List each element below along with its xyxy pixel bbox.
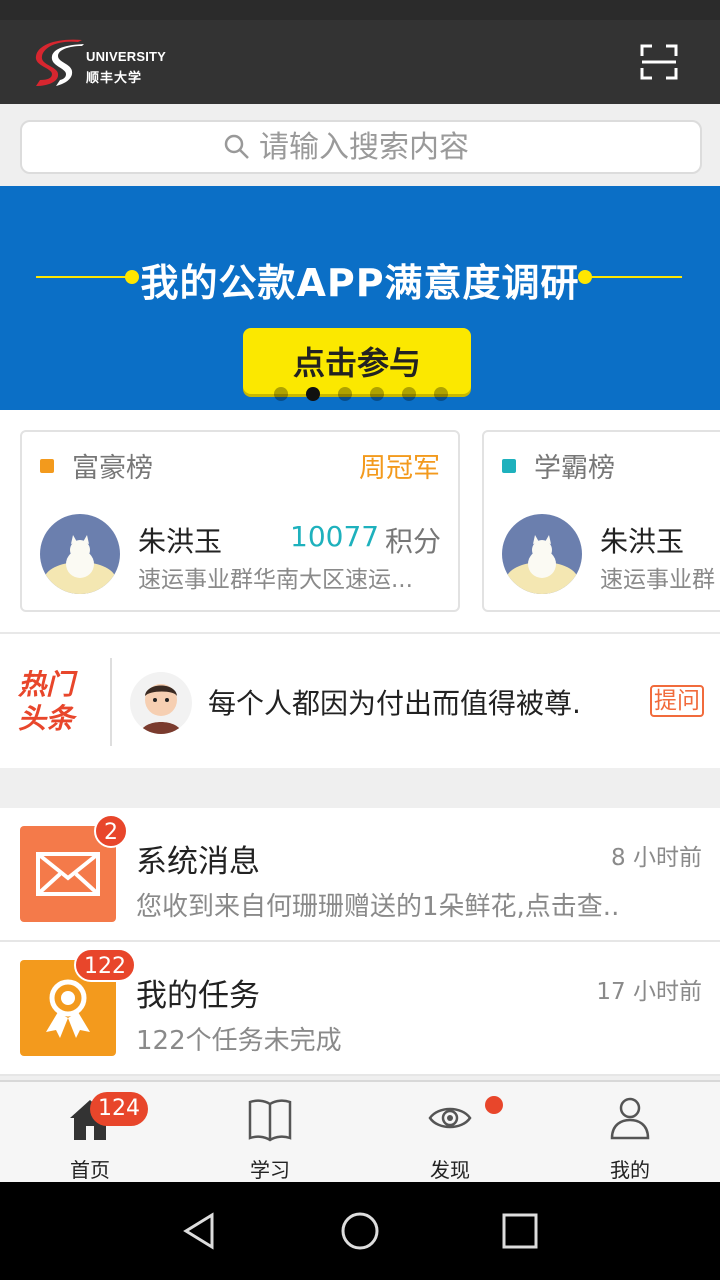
rank-title: 学霸榜 [534, 453, 615, 484]
tab-study[interactable]: 学习 [180, 1082, 360, 1182]
search-input[interactable] [259, 129, 499, 165]
search-box[interactable] [20, 120, 702, 174]
unread-badge: 2 [94, 814, 128, 848]
person-icon [610, 1097, 650, 1140]
banner-join-button[interactable]: 点击参与 [243, 328, 471, 394]
rank-marker [502, 458, 516, 473]
tab-profile[interactable]: 我的 [540, 1082, 720, 1182]
hot-headlines[interactable]: 热门 头条 每个人都因为付出而值得被尊. 提问 [0, 632, 720, 768]
section-gap [0, 768, 720, 808]
cat-avatar-icon [502, 514, 582, 594]
rank-department: 速运事业群 [600, 567, 715, 593]
tab-label: 发现 [430, 1158, 470, 1182]
hot-logo-line1: 热门 [18, 668, 75, 701]
tab-label: 我的 [610, 1158, 650, 1182]
home-nav-icon[interactable] [340, 1211, 380, 1251]
university-logo: UNIVERSITY 顺丰大学 [30, 36, 170, 92]
recents-icon[interactable] [500, 1211, 540, 1251]
task-badge: 122 [74, 948, 136, 982]
status-bar [0, 0, 720, 20]
message-title: 系统消息 [136, 844, 260, 880]
list-item-system-message[interactable]: 2 系统消息 8 小时前 您收到来自何珊珊赠送的1朵鲜花,点击查.. [0, 808, 720, 942]
logo-text-cn: 顺丰大学 [86, 71, 143, 86]
book-icon [248, 1099, 292, 1142]
discover-notification-dot [485, 1096, 503, 1114]
carousel-dot[interactable] [306, 387, 320, 401]
home-badge: 124 [90, 1092, 148, 1126]
message-time: 8 小时前 [611, 845, 702, 871]
headline-text[interactable]: 每个人都因为付出而值得被尊. [208, 682, 581, 722]
system-nav-bar [0, 1182, 720, 1280]
rank-user-name: 朱洪玉 [600, 525, 685, 558]
scan-button[interactable] [640, 44, 678, 80]
rank-title: 富豪榜 [72, 453, 153, 484]
tab-label: 首页 [70, 1158, 110, 1182]
back-icon[interactable] [180, 1211, 220, 1251]
cat-avatar-icon [40, 514, 120, 594]
sf-logo-icon [35, 39, 84, 86]
rank-header: 学霸榜 [502, 446, 615, 485]
tab-label: 学习 [250, 1158, 290, 1182]
rank-department: 速运事业群华南大区速运... [138, 567, 413, 593]
search-section [0, 104, 720, 186]
message-preview: 您收到来自何珊珊赠送的1朵鲜花,点击查.. [136, 892, 620, 922]
carousel-dot[interactable] [274, 387, 288, 401]
carousel-dot[interactable] [402, 387, 416, 401]
message-time: 17 小时前 [596, 979, 702, 1005]
list-item-my-tasks[interactable]: 122 我的任务 17 小时前 122个任务未完成 [0, 942, 720, 1076]
carousel-dot[interactable] [338, 387, 352, 401]
search-icon [224, 134, 249, 159]
logo-text-en: UNIVERSITY [86, 49, 167, 64]
rank-score: 10077 [290, 520, 380, 553]
rank-card-rich[interactable]: 富豪榜 周冠军 朱洪玉 10077 积分 速运事业群华南大区速运... [20, 430, 460, 612]
child-avatar-icon [130, 672, 192, 734]
rank-score-unit: 积分 [385, 525, 442, 558]
app-header: UNIVERSITY 顺丰大学 [0, 20, 720, 104]
eye-icon [428, 1107, 472, 1129]
message-preview: 122个任务未完成 [136, 1026, 342, 1056]
rank-header: 富豪榜 [40, 446, 153, 485]
bottom-tab-bar: 124 首页 学习 发现 我的 [0, 1080, 720, 1182]
carousel-indicator[interactable] [274, 387, 448, 401]
scan-icon [640, 44, 678, 80]
rank-card-study[interactable]: 学霸榜 朱洪玉 速运事业群 [482, 430, 720, 612]
promo-banner[interactable]: 我的公款APP满意度调研 点击参与 [0, 186, 720, 410]
tab-home[interactable]: 124 首页 [0, 1082, 180, 1182]
ask-button[interactable]: 提问 [650, 685, 704, 717]
carousel-dot[interactable] [370, 387, 384, 401]
message-title: 我的任务 [136, 978, 260, 1014]
hot-headlines-logo: 热门 头条 [18, 668, 96, 738]
tab-discover[interactable]: 发现 [360, 1082, 540, 1182]
avatar [40, 514, 120, 594]
carousel-dot[interactable] [434, 387, 448, 401]
rank-marker [40, 458, 54, 473]
rank-user-name: 朱洪玉 [138, 525, 223, 558]
divider [110, 658, 112, 746]
banner-title: 我的公款APP满意度调研 [140, 261, 580, 305]
rank-tag: 周冠军 [359, 453, 440, 484]
avatar [502, 514, 582, 594]
leaderboard-section: 富豪榜 周冠军 朱洪玉 10077 积分 速运事业群华南大区速运... 学霸榜 [0, 410, 720, 632]
hot-logo-line2: 头条 [18, 702, 75, 735]
avatar [130, 672, 192, 734]
